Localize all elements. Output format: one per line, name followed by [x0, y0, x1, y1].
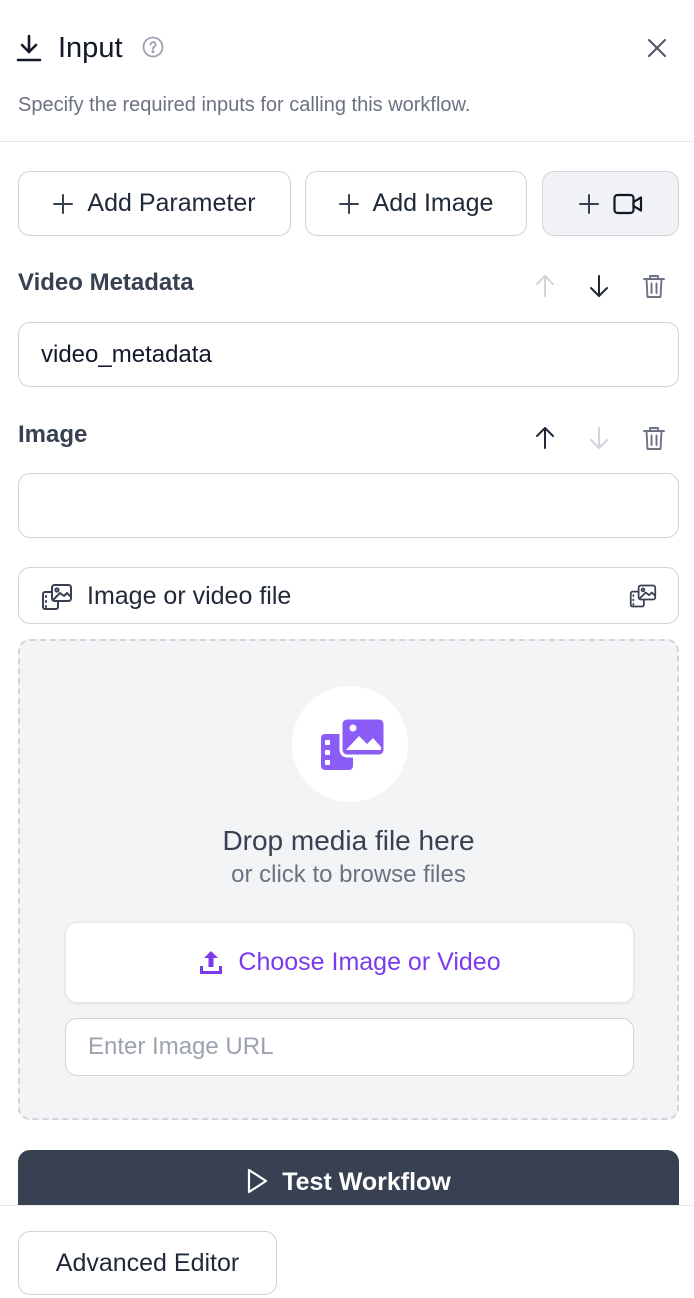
download-icon	[16, 34, 42, 62]
media-gallery-icon	[321, 716, 387, 770]
video-icon	[612, 193, 642, 214]
arrow-down-icon[interactable]	[585, 272, 613, 300]
media-type-label: Image or video file	[87, 582, 292, 610]
dropzone-title: Drop media file here	[222, 825, 475, 856]
arrow-up-icon[interactable]	[531, 424, 559, 452]
add-parameter-button[interactable]: Add Parameter	[18, 171, 291, 236]
test-workflow-label: Test Workflow	[282, 1168, 451, 1196]
dropzone-icon-circle	[292, 686, 408, 802]
media-gallery-icon	[629, 584, 657, 608]
advanced-editor-button[interactable]: Advanced Editor	[18, 1231, 277, 1295]
add-image-label: Add Image	[372, 189, 494, 217]
panel-footer: Advanced Editor	[0, 1205, 694, 1298]
arrow-up-icon	[536, 275, 554, 297]
help-circle-icon[interactable]	[142, 36, 164, 58]
close-icon[interactable]	[646, 37, 668, 59]
panel-subtitle: Specify the required inputs for calling …	[18, 94, 471, 116]
image-url-input[interactable]	[65, 1018, 634, 1076]
choose-media-button[interactable]: Choose Image or Video	[65, 922, 634, 1003]
media-type-select[interactable]: Image or video file	[18, 567, 679, 624]
panel-header: Input Specify the required inputs for ca…	[0, 0, 694, 142]
trash-icon[interactable]	[640, 272, 668, 300]
field-label-image: Image	[18, 421, 88, 448]
panel-title: Input	[58, 32, 123, 64]
media-gallery-icon	[42, 584, 72, 610]
field-label-video-metadata: Video Metadata	[18, 269, 194, 296]
advanced-editor-label: Advanced Editor	[55, 1248, 240, 1277]
choose-media-label: Choose Image or Video	[238, 948, 501, 976]
add-image-button[interactable]: Add Image	[305, 171, 527, 236]
upload-icon	[200, 950, 223, 974]
add-parameter-label: Add Parameter	[87, 189, 256, 217]
video-metadata-value: video_metadata	[41, 340, 212, 368]
trash-icon[interactable]	[640, 424, 668, 452]
plus-icon	[578, 193, 599, 214]
media-dropzone[interactable]: Drop media file here or click to browse …	[18, 639, 679, 1120]
plus-icon	[338, 193, 359, 214]
play-icon	[248, 1168, 268, 1194]
dropzone-subtitle: or click to browse files	[231, 861, 466, 888]
image-name-input[interactable]	[18, 473, 679, 538]
plus-icon	[53, 193, 74, 214]
add-video-button[interactable]	[542, 171, 679, 236]
arrow-down-icon	[590, 427, 608, 449]
video-metadata-input[interactable]: video_metadata	[18, 322, 679, 387]
